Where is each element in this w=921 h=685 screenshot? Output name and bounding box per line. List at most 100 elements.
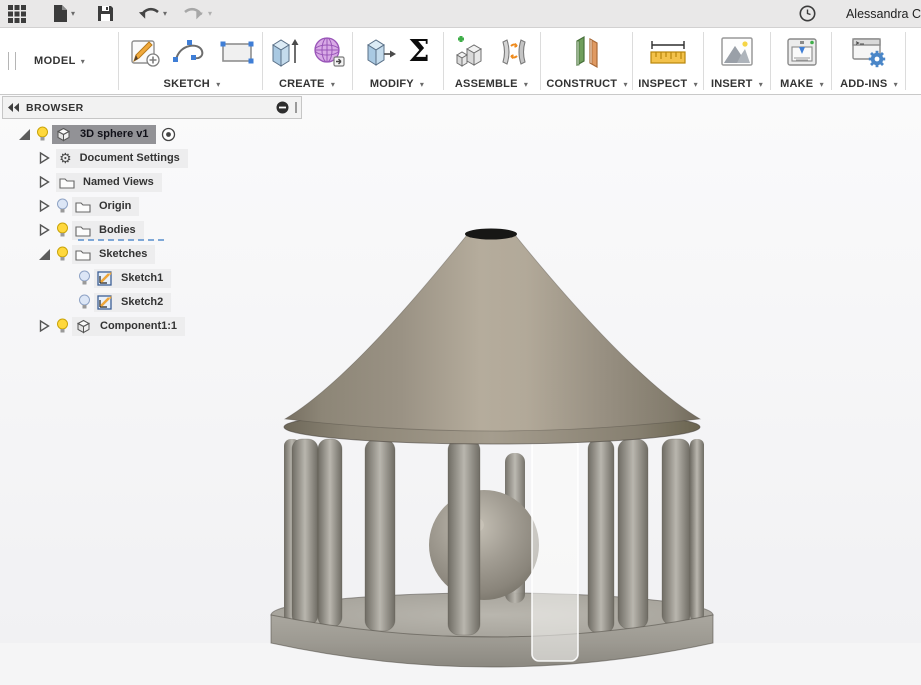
change-parameters-button[interactable]: Σ <box>408 37 429 67</box>
insert-image-button[interactable] <box>719 36 755 68</box>
tree-row-sketch1[interactable]: Sketch1 <box>74 268 172 288</box>
minus-circle-icon <box>276 101 289 114</box>
expander-expanded-icon[interactable] <box>36 248 52 261</box>
tree-row-document-settings[interactable]: ⚙ Document Settings <box>36 148 188 168</box>
lightbulb-off-icon[interactable] <box>74 294 94 310</box>
spline-button[interactable] <box>171 38 209 66</box>
sketch-group-dropdown[interactable]: SKETCH ▾ <box>124 78 260 90</box>
tree-item[interactable]: Component1:1 <box>72 316 185 336</box>
save-button[interactable] <box>97 0 114 27</box>
caret-down-icon: ▾ <box>208 9 213 18</box>
tree-item[interactable]: Sketch2 <box>94 292 172 312</box>
construction-plane-icon <box>576 35 598 69</box>
tree-row-bodies[interactable]: Bodies <box>36 220 164 241</box>
redo-button[interactable]: ▾ <box>183 0 212 27</box>
expander-collapsed-icon[interactable] <box>36 223 52 237</box>
inspect-group-dropdown[interactable]: INSPECT ▾ <box>634 78 702 90</box>
construction-plane-button[interactable] <box>569 35 605 69</box>
caret-down-icon: ▾ <box>71 9 76 18</box>
tree-item[interactable]: ⚙ Document Settings <box>56 148 188 168</box>
model-birdcage[interactable] <box>260 215 730 685</box>
sigma-icon: Σ <box>408 34 430 69</box>
scripts-addins-button[interactable] <box>850 35 888 69</box>
toolbar-grip-handle[interactable] <box>8 52 16 70</box>
cone-roof[interactable] <box>283 230 702 432</box>
lightbulb-off-icon[interactable] <box>52 198 72 214</box>
tree-item[interactable]: Named Views <box>56 172 162 192</box>
addins-group-dropdown[interactable]: ADD-INS ▾ <box>833 78 905 90</box>
insert-image-icon <box>721 37 753 66</box>
app-grid-button[interactable] <box>8 0 26 27</box>
tree-item-selected[interactable]: 3D sphere v1 <box>52 124 157 144</box>
rectangle-icon <box>220 41 254 64</box>
toolbar-group-insert: INSERT ▾ <box>705 28 769 94</box>
3d-print-button[interactable] <box>784 36 820 68</box>
tree-item[interactable]: Origin <box>72 196 140 216</box>
toolbar-separator <box>632 32 633 90</box>
inner-sphere-body[interactable] <box>429 490 539 600</box>
tree-row-sketch2[interactable]: Sketch2 <box>74 292 172 312</box>
rectangle-sketch-button[interactable] <box>219 39 255 65</box>
clock-icon <box>799 5 816 22</box>
tree-item[interactable]: Sketch1 <box>94 268 172 288</box>
expander-expanded-icon[interactable] <box>16 128 32 141</box>
lightbulb-on-icon[interactable] <box>32 126 52 142</box>
measure-icon <box>650 41 686 64</box>
selected-translucent-column[interactable] <box>531 438 579 662</box>
extrude-button[interactable] <box>268 35 302 69</box>
modify-group-dropdown[interactable]: MODIFY ▾ <box>354 78 440 90</box>
expander-collapsed-icon[interactable] <box>36 175 52 189</box>
tree-row-component1[interactable]: Component1:1 <box>36 316 185 336</box>
user-name[interactable]: Alessandra C <box>846 7 921 21</box>
make-group-dropdown[interactable]: MAKE ▾ <box>772 78 832 90</box>
joint-button[interactable] <box>497 36 531 68</box>
collapse-panel-icon[interactable] <box>8 103 20 112</box>
lightbulb-on-icon[interactable] <box>52 318 72 334</box>
tree-row-origin[interactable]: Origin <box>36 196 140 216</box>
tree-item-label: Sketch1 <box>121 272 164 284</box>
assemble-group-dropdown[interactable]: ASSEMBLE ▾ <box>445 78 538 90</box>
tree-item[interactable]: Sketches <box>72 244 156 264</box>
panel-resize-handle[interactable] <box>295 102 297 113</box>
toolbar-separator <box>352 32 353 90</box>
caret-down-icon: ▾ <box>330 80 336 89</box>
gear-icon: ⚙ <box>59 150 72 166</box>
toolbar-separator <box>262 32 263 90</box>
folder-icon <box>75 248 91 261</box>
browser-header[interactable]: BROWSER <box>2 96 302 119</box>
expander-collapsed-icon[interactable] <box>36 199 52 213</box>
tree-item-label: Named Views <box>83 176 154 188</box>
toolbar-group-sketch: SKETCH ▾ <box>124 28 260 94</box>
tree-item-label: Origin <box>99 200 132 212</box>
press-pull-button[interactable] <box>364 35 398 69</box>
form-icon <box>314 37 345 67</box>
component-icon <box>75 319 92 334</box>
caret-down-icon: ▾ <box>523 80 529 89</box>
workspace-switcher[interactable]: MODEL ▾ <box>34 48 85 74</box>
lightbulb-on-icon[interactable] <box>52 222 72 238</box>
lightbulb-on-icon[interactable] <box>52 246 72 262</box>
new-component-button[interactable] <box>453 36 487 68</box>
create-sketch-button[interactable] <box>129 36 161 68</box>
insert-group-dropdown[interactable]: INSERT ▾ <box>705 78 769 90</box>
tree-item[interactable]: Bodies <box>72 220 144 240</box>
caret-down-icon: ▾ <box>758 80 764 89</box>
tree-row-named-views[interactable]: Named Views <box>36 172 162 192</box>
measure-button[interactable] <box>647 37 689 67</box>
create-form-button[interactable] <box>312 35 346 69</box>
construct-group-dropdown[interactable]: CONSTRUCT ▾ <box>542 78 632 90</box>
lightbulb-off-icon[interactable] <box>74 270 94 286</box>
create-group-dropdown[interactable]: CREATE ▾ <box>264 78 350 90</box>
notifications-clock-button[interactable] <box>799 0 816 27</box>
cone-top-hole <box>465 228 517 240</box>
toolbar-group-addins: ADD-INS ▾ <box>833 28 905 94</box>
toolbar-group-modify: Σ MODIFY ▾ <box>354 28 440 94</box>
file-menu-button[interactable]: ▾ <box>52 0 75 27</box>
undo-button[interactable]: ▾ <box>138 0 167 27</box>
browser-minimize-button[interactable] <box>276 101 289 114</box>
expander-collapsed-icon[interactable] <box>36 319 52 333</box>
activate-component-radio[interactable] <box>161 127 176 142</box>
expander-collapsed-icon[interactable] <box>36 151 52 165</box>
tree-row-sketches[interactable]: Sketches <box>36 244 156 264</box>
tree-row-root[interactable]: 3D sphere v1 <box>16 124 176 144</box>
